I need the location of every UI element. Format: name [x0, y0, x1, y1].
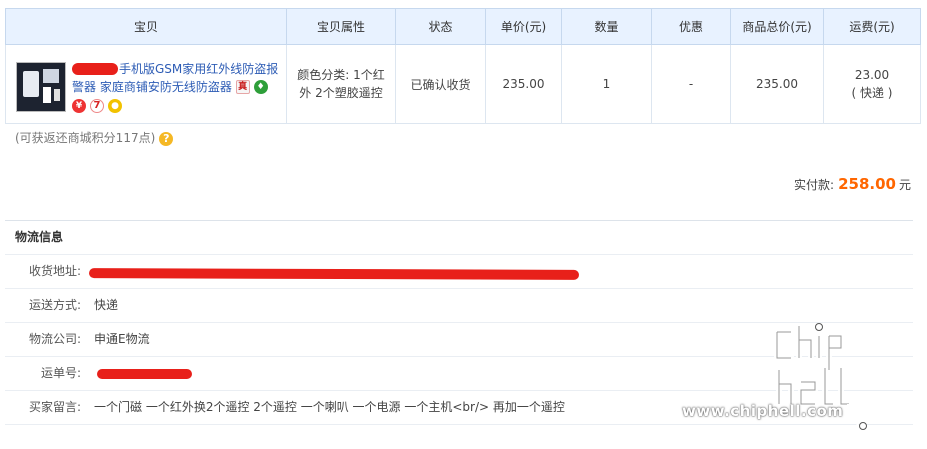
product-cell: 手机版GSM家用红外线防盗报警器 家庭商铺安防无线防盗器 真 ♦ ¥7 ●	[5, 44, 287, 124]
shipping-fee: 23.00	[854, 68, 890, 82]
payment-total: 实付款: 258.00 元	[794, 175, 911, 193]
col-header-discount: 优惠	[651, 8, 731, 45]
col-header-quantity: 数量	[561, 8, 652, 45]
table-row: 手机版GSM家用红外线防盗报警器 家庭商铺安防无线防盗器 真 ♦ ¥7 ● 颜色分类…	[5, 44, 921, 124]
address-row: 收货地址:	[5, 255, 913, 289]
product-thumbnail[interactable]	[16, 61, 66, 112]
col-header-total-price: 商品总价(元)	[730, 8, 824, 45]
buyer-message-value: 一个门磁 一个红外换2个遥控 2个遥控 一个喇叭 一个电源 一个主机<br/> …	[94, 400, 565, 414]
company-value: 申通E物流	[94, 332, 150, 346]
payment-amount: 258.00	[838, 175, 896, 193]
watermark-url: www.chiphell.com	[682, 402, 844, 420]
payment-badge-icon[interactable]: ¥	[72, 99, 86, 113]
seven-day-return-icon[interactable]: 7	[90, 99, 104, 113]
points-note: (可获返还商城积分117点)?	[15, 129, 174, 146]
product-attributes: 颜色分类: 1个红外 2个塑胶遥控	[286, 44, 396, 124]
delivery-method-value: 快递	[94, 298, 119, 312]
redaction-mark	[72, 63, 118, 75]
genuine-badge-icon[interactable]: 真	[235, 80, 250, 94]
delivery-method-label: 运送方式:	[28, 298, 81, 312]
col-header-attributes: 宝贝属性	[286, 8, 396, 45]
redaction-mark	[97, 369, 192, 379]
shipping-method: ( 快递 )	[851, 86, 893, 100]
col-header-product: 宝贝	[5, 8, 287, 45]
redaction-mark	[88, 268, 580, 280]
unit-price: 235.00	[485, 44, 562, 124]
points-text: (可获返还商城积分117点)	[15, 131, 156, 145]
shipping-cell: 23.00 ( 快递 )	[823, 44, 921, 124]
chiphell-logo-watermark	[774, 323, 867, 430]
order-table: 宝贝 宝贝属性 状态 单价(元) 数量 优惠 商品总价(元) 运费(元) 手机版…	[5, 8, 921, 124]
tracking-label: 运单号:	[40, 366, 81, 380]
lightbulb-badge-icon[interactable]: ●	[108, 99, 122, 113]
col-header-status: 状态	[395, 8, 486, 45]
payment-label: 实付款:	[794, 178, 835, 192]
col-header-unit-price: 单价(元)	[485, 8, 562, 45]
table-header-row: 宝贝 宝贝属性 状态 单价(元) 数量 优惠 商品总价(元) 运费(元)	[5, 8, 921, 45]
order-status: 已确认收货	[395, 44, 486, 124]
logistics-title: 物流信息	[5, 221, 913, 255]
guarantee-badge-icon[interactable]: ♦	[253, 80, 268, 94]
quantity: 1	[561, 44, 652, 124]
company-label: 物流公司:	[28, 332, 81, 346]
discount: -	[651, 44, 731, 124]
payment-unit: 元	[898, 178, 911, 192]
total-price: 235.00	[730, 44, 824, 124]
buyer-message-label: 买家留言:	[28, 400, 81, 414]
col-header-shipping: 运费(元)	[823, 8, 921, 45]
address-label: 收货地址:	[28, 264, 81, 278]
help-icon[interactable]: ?	[159, 131, 174, 146]
